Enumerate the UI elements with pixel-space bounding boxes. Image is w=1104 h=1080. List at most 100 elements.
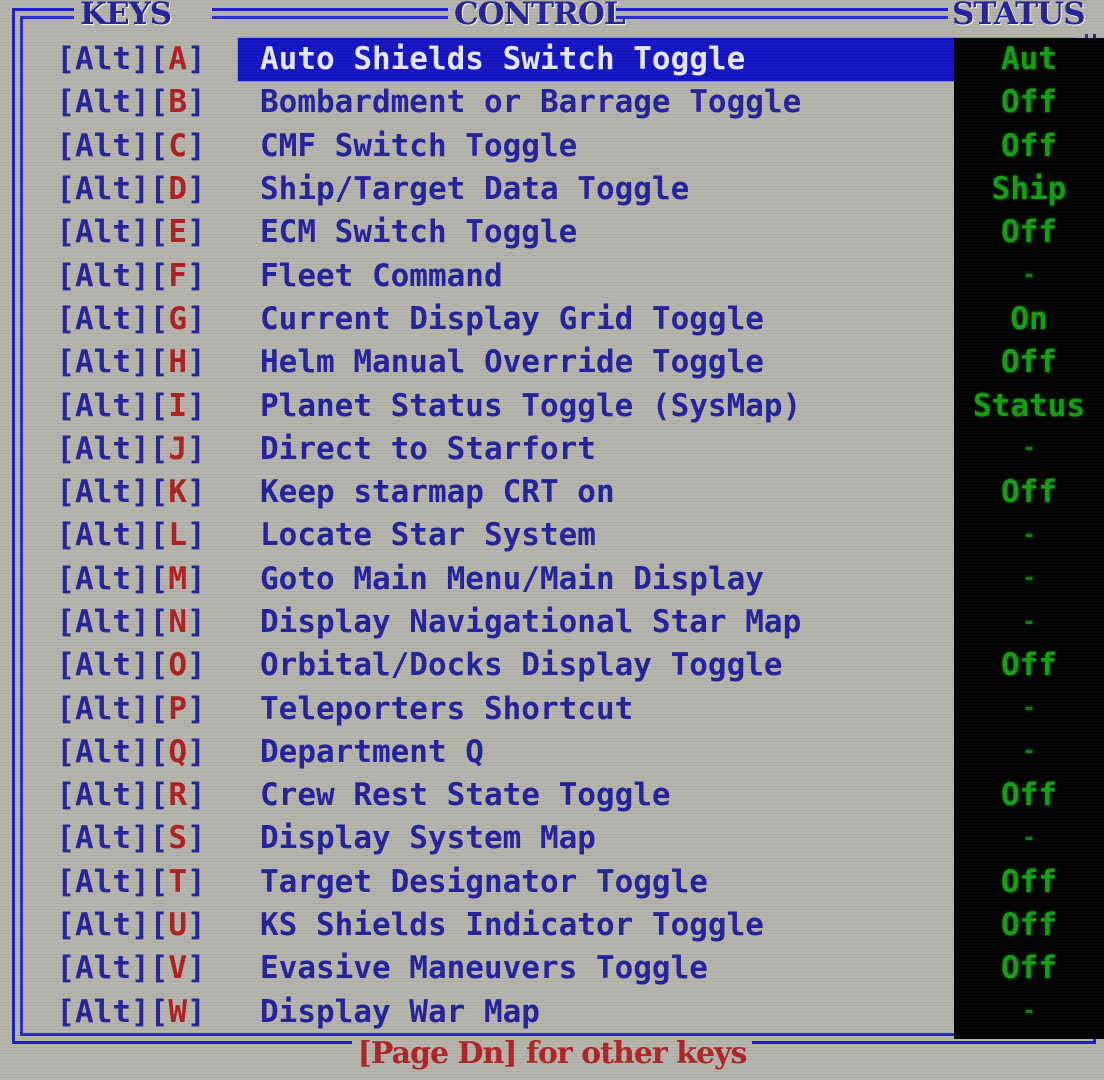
shortcut-row[interactable]: [Alt][N] Display Navigational Star Map [24, 601, 1084, 644]
shortcut-description: Display System Map [260, 820, 596, 857]
column-header-status: STATUS [952, 0, 1086, 32]
shortcut-description: Helm Manual Override Toggle [260, 344, 764, 381]
key-bracket-open: [ [149, 733, 169, 770]
key-bracket-close: ] [187, 690, 206, 727]
shortcut-description: Bombardment or Barrage Toggle [260, 84, 802, 121]
shortcut-row[interactable]: [Alt][G] Current Display Grid Toggle [24, 298, 1084, 341]
shortcut-key-combo: [Alt][K] [24, 477, 238, 508]
shortcut-row[interactable]: [Alt][C] CMF Switch Toggle [24, 125, 1084, 168]
shortcut-row[interactable]: [Alt][R] Crew Rest State Toggle [24, 774, 1084, 817]
modifier-key-label: [Alt] [56, 84, 150, 121]
shortcut-row[interactable]: [Alt][E] ECM Switch Toggle [24, 211, 1084, 254]
shortcut-description: Goto Main Menu/Main Display [260, 560, 764, 597]
shortcut-letter-label: S [168, 820, 187, 857]
shortcut-status-value: - [1022, 522, 1036, 548]
modifier-key-label: [Alt] [56, 820, 150, 857]
shortcut-row[interactable]: [Alt][M] Goto Main Menu/Main Display [24, 558, 1084, 601]
modifier-key-label: [Alt] [56, 474, 150, 511]
modifier-key-label: [Alt] [56, 344, 150, 381]
modifier-key-label: [Alt] [56, 950, 150, 987]
key-bracket-close: ] [187, 387, 206, 424]
shortcut-letter-label: T [168, 863, 187, 900]
modifier-key-label: [Alt] [56, 517, 150, 554]
shortcut-row[interactable]: [Alt][L] Locate Star System [24, 514, 1084, 557]
key-bracket-close: ] [187, 950, 206, 987]
modifier-key-label: [Alt] [56, 430, 150, 467]
shortcut-description: ECM Switch Toggle [260, 214, 578, 251]
key-bracket-open: [ [149, 127, 169, 164]
key-bracket-open: [ [149, 560, 169, 597]
shortcut-key-combo: [Alt][N] [24, 607, 238, 638]
shortcut-status-value: - [1022, 739, 1036, 765]
shortcut-status-value: Off [1001, 474, 1057, 511]
key-bracket-close: ] [187, 171, 206, 208]
shortcut-row[interactable]: [Alt][T] Target Designator Toggle [24, 861, 1084, 904]
shortcut-description: Teleporters Shortcut [260, 690, 634, 727]
key-bracket-close: ] [187, 214, 206, 251]
footer-hint[interactable]: [Page Dn] for other keys [0, 1036, 1104, 1071]
shortcut-row[interactable]: [Alt][Q] Department Q [24, 731, 1084, 774]
shortcut-status-value: Off [1001, 344, 1057, 381]
shortcut-description: Target Designator Toggle [260, 863, 708, 900]
shortcut-row[interactable]: [Alt][W] Display War Map [24, 991, 1084, 1034]
shortcut-status-value: - [1022, 999, 1036, 1025]
modifier-key-label: [Alt] [56, 41, 150, 78]
shortcut-letter-label: C [168, 127, 187, 164]
shortcut-row[interactable]: [Alt][U] KS Shields Indicator Toggle [24, 904, 1084, 947]
shortcut-letter-label: Q [168, 733, 187, 770]
key-bracket-close: ] [187, 127, 206, 164]
key-bracket-open: [ [149, 344, 169, 381]
shortcut-letter-label: I [168, 387, 187, 424]
shortcut-key-combo: [Alt][H] [24, 347, 238, 378]
modifier-key-label: [Alt] [56, 300, 150, 337]
key-bracket-open: [ [149, 214, 169, 251]
modifier-key-label: [Alt] [56, 907, 150, 944]
shortcut-key-combo: [Alt][P] [24, 690, 238, 727]
shortcut-row[interactable]: [Alt][B] Bombardment or Barrage Toggle [24, 81, 1084, 124]
shortcut-row[interactable]: [Alt][J] Direct to Starfort [24, 428, 1084, 471]
modifier-key-label: [Alt] [56, 387, 150, 424]
shortcut-row[interactable]: [Alt][A] Auto Shields Switch Toggle [24, 38, 1084, 82]
modifier-key-label: [Alt] [56, 604, 150, 640]
key-bracket-close: ] [187, 84, 206, 121]
key-bracket-close: ] [187, 777, 206, 814]
shortcut-key-combo: [Alt][R] [24, 780, 238, 811]
shortcut-status-value: - [1022, 263, 1036, 289]
shortcut-row[interactable]: [Alt][D] Ship/Target Data Toggle [24, 168, 1084, 211]
shortcut-row[interactable]: [Alt][H] Helm Manual Override Toggle [24, 341, 1084, 384]
key-bracket-open: [ [149, 777, 169, 814]
shortcut-row[interactable]: [Alt][O] Orbital/Docks Display Toggle [24, 644, 1084, 687]
shortcut-description: Direct to Starfort [260, 430, 596, 467]
shortcut-row[interactable]: [Alt][I] Planet Status Toggle (SysMap) [24, 384, 1084, 427]
shortcut-status-value: - [1022, 825, 1036, 851]
shortcut-row[interactable]: [Alt][K] Keep starmap CRT on [24, 471, 1084, 514]
shortcut-key-combo: [Alt][D] [24, 174, 238, 205]
shortcut-letter-label: G [168, 300, 187, 337]
shortcut-letter-label: N [168, 604, 187, 640]
shortcut-row[interactable]: [Alt][S] Display System Map [24, 817, 1084, 860]
key-bracket-close: ] [187, 300, 206, 337]
key-bracket-open: [ [149, 950, 169, 987]
shortcut-row[interactable]: [Alt][F] Fleet Command [24, 254, 1084, 297]
modifier-key-label: [Alt] [56, 733, 150, 770]
key-bracket-open: [ [149, 863, 169, 900]
shortcut-letter-label: A [168, 41, 187, 78]
shortcut-row[interactable]: [Alt][P] Teleporters Shortcut [24, 687, 1084, 730]
shortcut-status-value: - [1022, 609, 1036, 635]
column-header-control: CONTROL [454, 0, 626, 32]
shortcut-row[interactable]: [Alt][V] Evasive Maneuvers Toggle [24, 947, 1084, 990]
shortcut-letter-label: P [168, 690, 187, 727]
key-bracket-close: ] [187, 430, 206, 467]
shortcut-list: [Alt][A] Auto Shields Switch Toggle [Alt][… [24, 38, 1084, 1034]
shortcut-description: Planet Status Toggle (SysMap) [260, 387, 802, 424]
shortcut-letter-label: K [168, 474, 187, 511]
shortcut-status-value: Off [1001, 84, 1057, 121]
status-panel: Aut Off Off Ship Off - On Off Status - Off - - - Off - -… [954, 38, 1104, 1039]
shortcut-letter-label: F [168, 257, 187, 294]
shortcut-description: KS Shields Indicator Toggle [260, 907, 764, 944]
shortcut-key-combo: [Alt][V] [24, 953, 238, 984]
shortcut-letter-label: M [168, 560, 187, 597]
shortcut-letter-label: V [168, 950, 187, 987]
shortcut-key-combo: [Alt][M] [24, 560, 238, 597]
shortcut-status-value: Off [1001, 647, 1057, 684]
